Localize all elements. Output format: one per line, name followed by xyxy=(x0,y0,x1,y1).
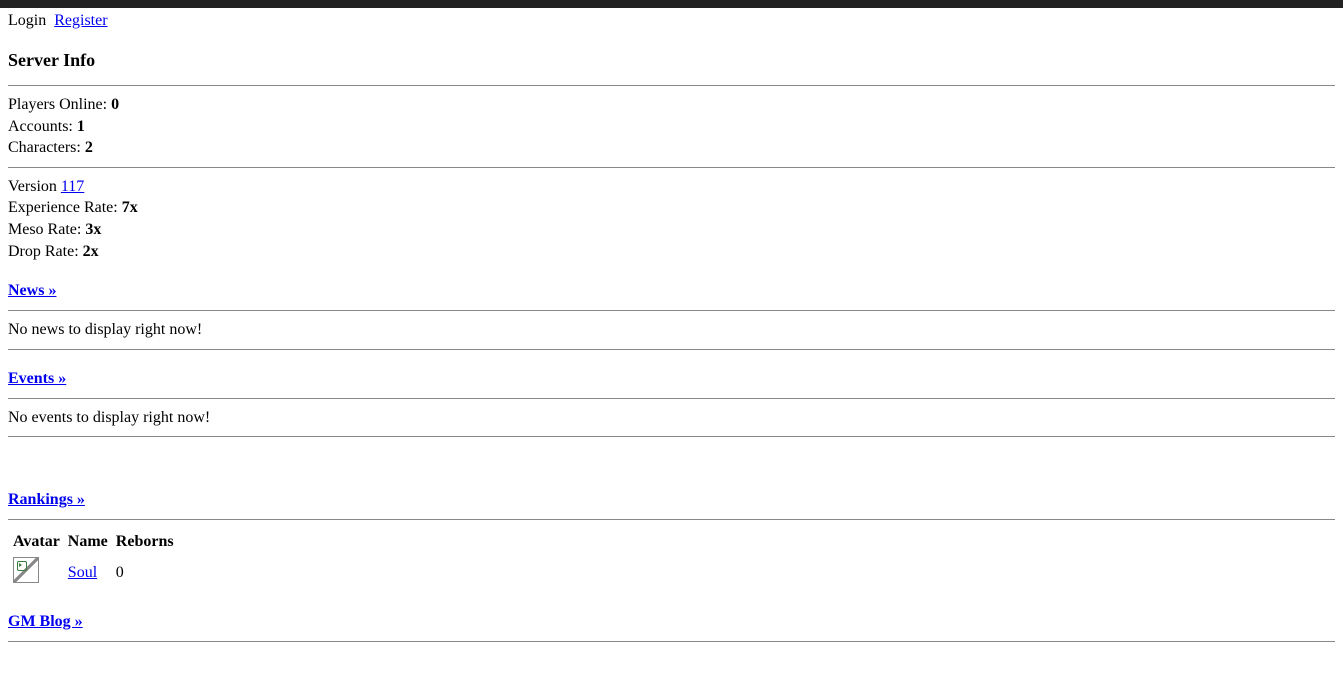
divider xyxy=(8,398,1335,399)
exp-rate-label: Experience Rate: xyxy=(8,199,122,216)
news-heading-link[interactable]: News » xyxy=(8,282,56,299)
table-header-row: Avatar Name Reborns xyxy=(12,532,175,552)
version-link[interactable]: 117 xyxy=(61,178,84,195)
drop-rate-label: Drop Rate: xyxy=(8,243,83,260)
characters-label: Characters: xyxy=(8,139,85,156)
divider xyxy=(8,310,1335,311)
auth-bar: Login Register xyxy=(8,12,1335,30)
players-online-value: 0 xyxy=(111,96,119,113)
gm-blog-heading-link[interactable]: GM Blog » xyxy=(8,613,83,630)
col-avatar: Avatar xyxy=(12,532,61,552)
characters-value: 2 xyxy=(85,139,93,156)
ranking-reborns-value: 0 xyxy=(115,556,175,589)
meso-rate-value: 3x xyxy=(85,221,101,238)
divider xyxy=(8,167,1335,168)
exp-rate-value: 7x xyxy=(122,199,138,216)
login-link[interactable]: Login xyxy=(8,12,46,29)
divider xyxy=(8,349,1335,350)
divider xyxy=(8,641,1335,642)
accounts-label: Accounts: xyxy=(8,118,77,135)
col-name: Name xyxy=(67,532,109,552)
divider xyxy=(8,85,1335,86)
register-link[interactable]: Register xyxy=(54,12,107,29)
players-online-label: Players Online: xyxy=(8,96,111,113)
rankings-table: Avatar Name Reborns Soul 0 xyxy=(6,528,181,593)
ranking-name-link[interactable]: Soul xyxy=(68,564,97,581)
server-stats-block: Players Online: 0 Accounts: 1 Characters… xyxy=(8,94,1335,159)
top-bar xyxy=(0,0,1343,8)
server-info-heading: Server Info xyxy=(8,50,1335,71)
meso-rate-label: Meso Rate: xyxy=(8,221,85,238)
divider xyxy=(8,519,1335,520)
accounts-value: 1 xyxy=(77,118,85,135)
drop-rate-value: 2x xyxy=(83,243,99,260)
page: Login Register Server Info Players Onlin… xyxy=(0,8,1343,670)
events-empty: No events to display right now! xyxy=(8,407,1335,429)
news-empty: No news to display right now! xyxy=(8,319,1335,341)
server-rates-block: Version 117 Experience Rate: 7x Meso Rat… xyxy=(8,176,1335,262)
avatar-placeholder-icon xyxy=(13,557,39,583)
rankings-heading-link[interactable]: Rankings » xyxy=(8,491,85,508)
divider xyxy=(8,436,1335,437)
version-label: Version xyxy=(8,178,61,195)
col-reborns: Reborns xyxy=(115,532,175,552)
events-heading-link[interactable]: Events » xyxy=(8,370,66,387)
table-row: Soul 0 xyxy=(12,556,175,589)
